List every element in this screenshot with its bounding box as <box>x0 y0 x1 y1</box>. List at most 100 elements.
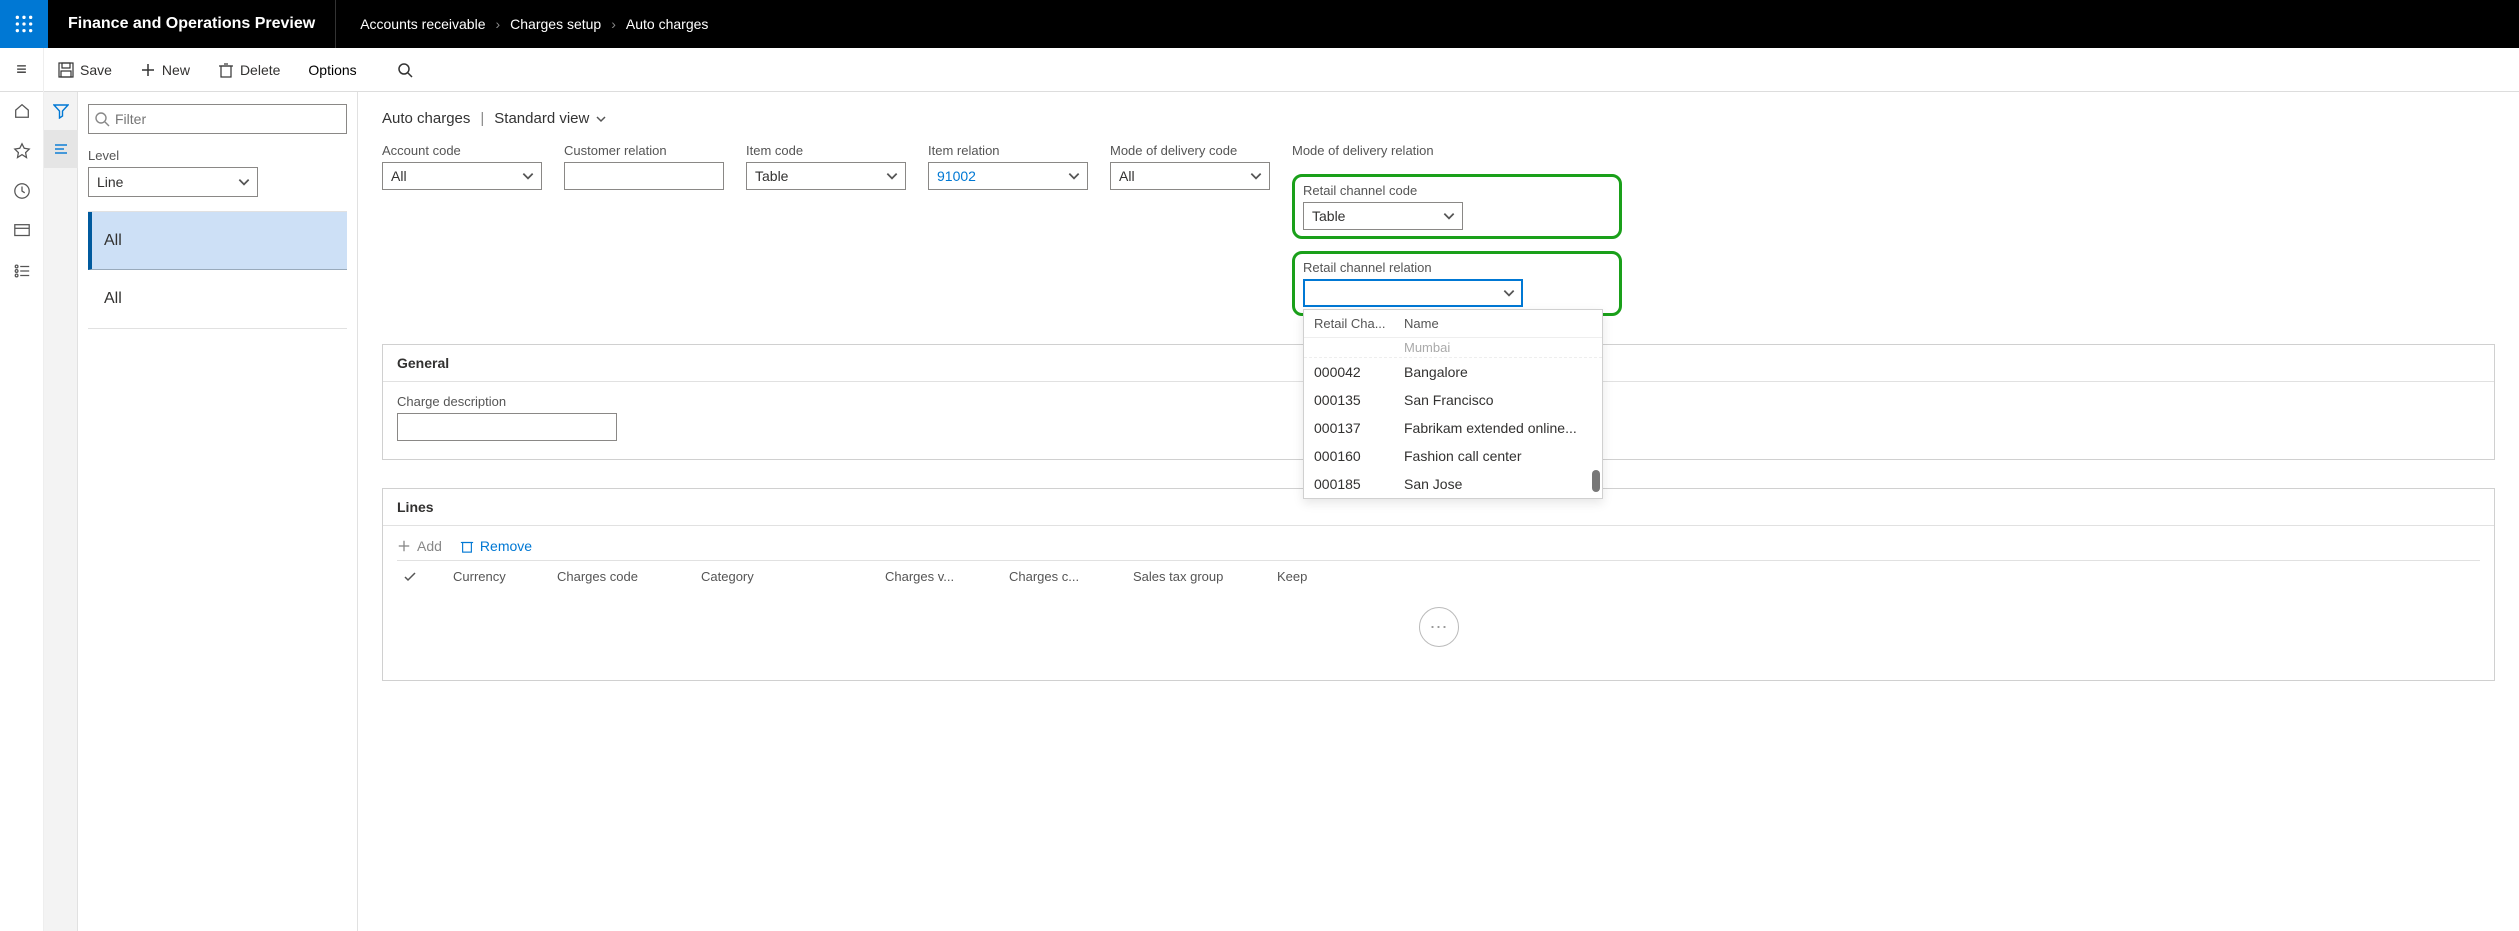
chevron-down-icon <box>1067 169 1081 183</box>
modules-icon[interactable] <box>13 262 31 280</box>
delete-button[interactable]: Delete <box>204 48 294 92</box>
retail-channel-relation-select[interactable] <box>1303 279 1523 307</box>
remove-line-button[interactable]: Remove <box>460 538 532 554</box>
lookup-name: Bangalore <box>1404 364 1592 380</box>
page-title: Auto charges <box>382 110 470 127</box>
action-bar: ≡ Save New Delete Options <box>0 48 2519 92</box>
lookup-body[interactable]: Mumbai 000042Bangalore 000135San Francis… <box>1304 338 1602 498</box>
level-value: Line <box>97 174 123 190</box>
lookup-row[interactable]: 000137Fabrikam extended online... <box>1304 414 1602 442</box>
lookup-col-id[interactable]: Retail Cha... <box>1314 316 1404 331</box>
check-icon <box>403 570 417 584</box>
waffle-icon <box>14 14 34 34</box>
col-sales-tax-group[interactable]: Sales tax group <box>1133 569 1243 584</box>
col-charges-code[interactable]: Charges code <box>557 569 667 584</box>
clock-icon[interactable] <box>13 182 31 200</box>
combo-value: Table <box>755 168 788 184</box>
col-category[interactable]: Category <box>701 569 851 584</box>
main-layout: Level Line All All Auto charges | Standa… <box>0 92 2519 931</box>
nav-toggle-button[interactable]: ≡ <box>0 48 44 92</box>
col-charges-currency[interactable]: Charges c... <box>1009 569 1099 584</box>
field-account-code: Account code All <box>382 143 542 316</box>
home-icon[interactable] <box>13 102 31 120</box>
scrollbar-thumb[interactable] <box>1592 470 1600 492</box>
chevron-down-icon <box>521 169 535 183</box>
level-select[interactable]: Line <box>88 167 258 197</box>
list-item[interactable]: All <box>88 212 347 270</box>
trash-icon <box>218 62 234 78</box>
lookup-id: 000160 <box>1314 448 1404 464</box>
lookup-row[interactable]: 000135San Francisco <box>1304 386 1602 414</box>
field-label: Retail channel relation <box>1303 260 1611 275</box>
list-item[interactable]: All <box>88 270 347 328</box>
save-button[interactable]: Save <box>44 48 126 92</box>
view-selector[interactable]: Standard view <box>494 110 607 127</box>
field-label: Item relation <box>928 143 1088 158</box>
charge-description-input[interactable] <box>397 413 617 441</box>
add-line-button[interactable]: Add <box>397 538 442 554</box>
lines-toolbar: Add Remove <box>397 538 2480 554</box>
lookup-popup: Retail Cha... Name Mumbai 000042Bangalor… <box>1303 309 1603 499</box>
breadcrumb: Accounts receivable › Charges setup › Au… <box>336 16 708 32</box>
chevron-down-icon <box>1249 169 1263 183</box>
separator: | <box>480 110 484 127</box>
lookup-row[interactable]: 000185San Jose <box>1304 470 1602 498</box>
col-keep[interactable]: Keep <box>1277 569 1327 584</box>
lookup-name: San Jose <box>1404 476 1592 492</box>
lookup-col-name[interactable]: Name <box>1404 316 1592 331</box>
app-launcher-button[interactable] <box>0 0 48 48</box>
lookup-id: 000135 <box>1314 392 1404 408</box>
lookup-row[interactable]: 000042Bangalore <box>1304 358 1602 386</box>
breadcrumb-item[interactable]: Auto charges <box>626 16 709 32</box>
top-bar: Finance and Operations Preview Accounts … <box>0 0 2519 48</box>
chevron-down-icon <box>595 113 607 125</box>
account-code-select[interactable]: All <box>382 162 542 190</box>
mode-delivery-code-select[interactable]: All <box>1110 162 1270 190</box>
filter-input[interactable] <box>88 104 347 134</box>
select-all-checkbox[interactable] <box>403 570 419 584</box>
col-charges-value[interactable]: Charges v... <box>885 569 975 584</box>
lookup-partial-row: Mumbai <box>1304 338 1602 358</box>
combo-value: All <box>1119 168 1135 184</box>
filter-toggle-button[interactable] <box>44 92 78 130</box>
app-title: Finance and Operations Preview <box>48 0 336 48</box>
list-toggle-button[interactable] <box>44 130 78 168</box>
search-button[interactable] <box>383 48 427 92</box>
highlight-retail-channel-relation: Retail channel relation Retail Cha... <box>1292 251 1622 316</box>
options-button[interactable]: Options <box>294 48 370 92</box>
lookup-header: Retail Cha... Name <box>1304 310 1602 338</box>
add-label: Add <box>417 538 442 554</box>
lookup-row[interactable]: 000160Fashion call center <box>1304 442 1602 470</box>
breadcrumb-item[interactable]: Accounts receivable <box>360 16 485 32</box>
item-relation-select[interactable]: 91002 <box>928 162 1088 190</box>
field-label: Mode of delivery relation <box>1292 143 1622 158</box>
item-code-select[interactable]: Table <box>746 162 906 190</box>
page-header: Auto charges | Standard view <box>382 110 2495 127</box>
list-item-label: All <box>104 290 122 308</box>
grid-header: Currency Charges code Category Charges v… <box>397 560 2480 592</box>
delete-label: Delete <box>240 62 280 78</box>
customer-relation-input[interactable] <box>564 162 724 190</box>
retail-channel-code-select[interactable]: Table <box>1303 202 1463 230</box>
list-icon <box>53 141 69 157</box>
chevron-down-icon <box>237 175 251 189</box>
lookup-id: 000137 <box>1314 420 1404 436</box>
chevron-down-icon <box>885 169 899 183</box>
breadcrumb-item[interactable]: Charges setup <box>510 16 601 32</box>
options-label: Options <box>308 62 356 78</box>
col-currency[interactable]: Currency <box>453 569 523 584</box>
highlight-retail-channel-code: Retail channel code Table <box>1292 174 1622 239</box>
filter-rail <box>44 92 78 931</box>
side-panel: Level Line All All <box>78 92 358 931</box>
field-label: Retail channel code <box>1303 183 1611 198</box>
list-item-label: All <box>104 232 122 250</box>
plus-icon <box>397 539 411 553</box>
funnel-icon <box>53 103 69 119</box>
star-icon[interactable] <box>13 142 31 160</box>
search-icon <box>94 111 110 127</box>
new-label: New <box>162 62 190 78</box>
new-button[interactable]: New <box>126 48 204 92</box>
workspace-icon[interactable] <box>13 222 31 240</box>
field-mode-delivery-relation: Mode of delivery relation Retail channel… <box>1292 143 1622 316</box>
combo-value: All <box>391 168 407 184</box>
